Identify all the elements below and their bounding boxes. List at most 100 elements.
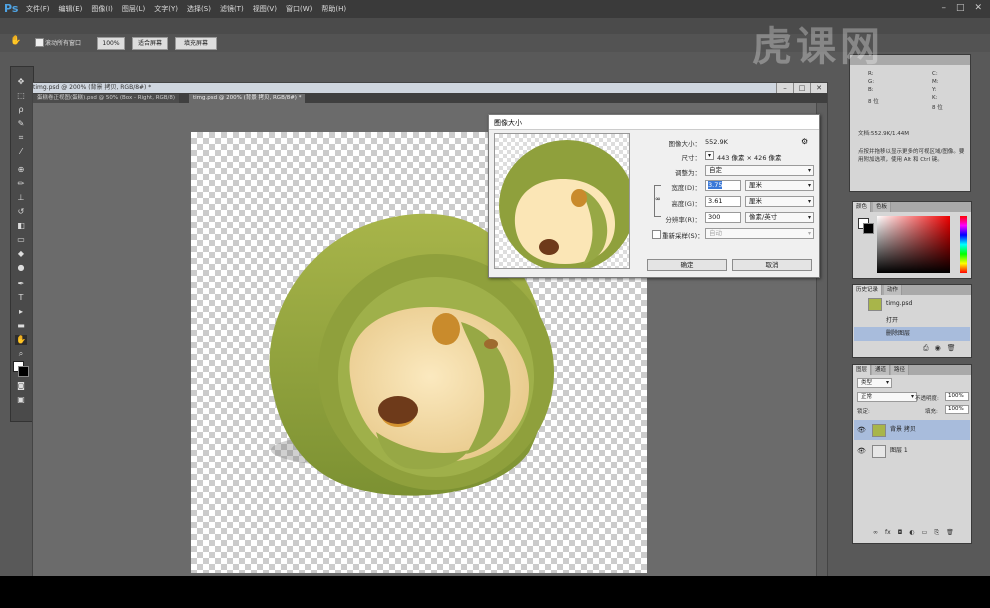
marquee-tool-icon[interactable]: ⬚ bbox=[15, 91, 27, 101]
layer-kind-filter[interactable]: 类型 bbox=[857, 378, 892, 388]
screen-mode-icon[interactable]: ▣ bbox=[15, 395, 27, 405]
doc-maximize-icon[interactable]: □ bbox=[793, 83, 810, 93]
menu-item[interactable]: 视图(V) bbox=[253, 4, 277, 14]
scroll-all-checkbox[interactable] bbox=[35, 38, 44, 47]
resample-checkbox[interactable] bbox=[652, 230, 661, 239]
ok-button[interactable]: 确定 bbox=[647, 259, 727, 271]
tab-paths[interactable]: 路径 bbox=[891, 365, 910, 375]
menu-item[interactable]: 滤镜(T) bbox=[220, 4, 244, 14]
healing-brush-icon[interactable]: ⊕ bbox=[15, 165, 27, 175]
maximize-icon[interactable]: □ bbox=[956, 3, 965, 13]
tab-actions[interactable]: 动作 bbox=[884, 285, 903, 295]
camera-icon[interactable]: ◉ bbox=[935, 344, 941, 353]
menu-item[interactable]: 文件(F) bbox=[26, 4, 50, 14]
layer-name: 图层 1 bbox=[890, 447, 908, 454]
zoom-100-button[interactable]: 100% bbox=[97, 37, 125, 50]
doc-close-icon[interactable]: ✕ bbox=[810, 83, 827, 93]
eye-icon[interactable]: 👁 bbox=[857, 441, 866, 461]
opacity-label: 不透明度: bbox=[915, 396, 939, 402]
tab-cake-roll-front[interactable]: 蛋糕卷正视图(蛋糕).psd @ 50% (Box - Right, RGB/8… bbox=[33, 94, 180, 103]
lasso-tool-icon[interactable]: ρ bbox=[15, 105, 27, 115]
hand-tool-icon[interactable]: ✋ bbox=[10, 36, 21, 46]
new-group-icon[interactable]: ▭ bbox=[922, 529, 928, 537]
menu-item[interactable]: 帮助(H) bbox=[321, 4, 346, 14]
delete-layer-icon[interactable]: 🗑 bbox=[946, 529, 954, 537]
dodge-tool-icon[interactable]: ● bbox=[15, 263, 27, 273]
color-bg-swatch[interactable] bbox=[863, 223, 874, 234]
height-unit-select[interactable]: 厘米 bbox=[745, 196, 814, 207]
eyedropper-tool-icon[interactable]: ⁄ bbox=[15, 147, 27, 157]
trash-icon[interactable]: 🗑 bbox=[947, 344, 956, 353]
add-mask-icon[interactable]: ◘ bbox=[898, 529, 903, 537]
close-icon[interactable]: ✕ bbox=[974, 3, 982, 13]
cancel-button[interactable]: 取消 bbox=[732, 259, 812, 271]
crop-tool-icon[interactable]: ⌗ bbox=[15, 133, 27, 143]
blur-tool-icon[interactable]: ◆ bbox=[15, 249, 27, 259]
move-tool-icon[interactable]: ✥ bbox=[15, 77, 27, 87]
brush-tool-icon[interactable]: ✏ bbox=[15, 179, 27, 189]
fit-screen-button[interactable]: 适合屏幕 bbox=[132, 37, 168, 50]
tab-color[interactable]: 颜色 bbox=[853, 202, 872, 212]
history-item-open[interactable]: 打开 bbox=[854, 314, 970, 328]
menu-item[interactable]: 选择(S) bbox=[187, 4, 211, 14]
snapshot-thumbnail bbox=[868, 298, 882, 311]
menu-item[interactable]: 图层(L) bbox=[122, 4, 145, 14]
tab-timg[interactable]: timg.psd @ 200% (背景 拷贝, RGB/8#) * bbox=[189, 94, 306, 103]
pen-tool-icon[interactable]: ✒ bbox=[15, 279, 27, 289]
link-layers-icon[interactable]: ∞ bbox=[873, 529, 878, 537]
type-tool-icon[interactable]: T bbox=[15, 293, 27, 303]
info-g: G: bbox=[868, 79, 875, 85]
snapshot-from-state-icon[interactable]: ⎙ bbox=[923, 344, 929, 353]
history-brush-icon[interactable]: ↺ bbox=[15, 207, 27, 217]
tab-channels[interactable]: 通道 bbox=[872, 365, 891, 375]
quick-mask-icon[interactable]: ◙ bbox=[15, 381, 27, 391]
layer-style-icon[interactable]: fx bbox=[885, 529, 891, 537]
height-input[interactable]: 3.61 bbox=[705, 196, 741, 207]
resolution-unit-select[interactable]: 像素/英寸 bbox=[745, 212, 814, 223]
width-unit-select[interactable]: 厘米 bbox=[745, 180, 814, 191]
document-titlebar: timg.psd @ 200% (背景 拷贝, RGB/8#) * – □ ✕ bbox=[33, 83, 827, 93]
doc-minimize-icon[interactable]: – bbox=[776, 83, 793, 93]
quick-select-tool-icon[interactable]: ✎ bbox=[15, 119, 27, 129]
layer-row-layer-1[interactable]: 👁 图层 1 bbox=[854, 441, 970, 461]
settings-gear-icon[interactable]: ⚙ bbox=[801, 137, 808, 146]
shape-tool-icon[interactable]: ▬ bbox=[15, 321, 27, 331]
stamp-tool-icon[interactable]: ⊥ bbox=[15, 193, 27, 203]
resample-select[interactable]: 自动 bbox=[705, 228, 814, 239]
history-snapshot[interactable]: timg.psd bbox=[854, 297, 970, 311]
minimize-icon[interactable]: – bbox=[941, 3, 946, 13]
tab-swatches[interactable]: 色板 bbox=[873, 202, 892, 212]
hue-slider[interactable] bbox=[960, 216, 967, 273]
resolution-label: 分辨率(R)： bbox=[665, 216, 701, 224]
fit-to-select[interactable]: 自定 bbox=[705, 165, 814, 176]
opacity-input[interactable]: 100% bbox=[945, 392, 969, 401]
tab-history[interactable]: 历史记录 bbox=[853, 285, 883, 295]
background-color-swatch[interactable] bbox=[18, 366, 29, 377]
dimensions-dropdown-icon[interactable]: ▾ bbox=[705, 151, 714, 160]
gradient-tool-icon[interactable]: ▭ bbox=[15, 235, 27, 245]
resolution-input[interactable]: 300 bbox=[705, 212, 741, 223]
hand-tool-icon[interactable]: ✋ bbox=[15, 335, 27, 345]
path-select-icon[interactable]: ▸ bbox=[15, 307, 27, 317]
menu-item[interactable]: 图像(I) bbox=[91, 4, 113, 14]
info-panel: R: G: B: 8 位 C: M: Y: K: 8 位 文档:552.9K/1… bbox=[849, 54, 971, 192]
eye-icon[interactable]: 👁 bbox=[857, 420, 866, 440]
history-item-delete-layer[interactable]: 删除图层 bbox=[854, 327, 970, 341]
menu-item[interactable]: 窗口(W) bbox=[286, 4, 312, 14]
new-layer-icon[interactable]: ⎘ bbox=[934, 529, 939, 537]
tab-layers[interactable]: 图层 bbox=[853, 365, 872, 375]
width-input[interactable]: 3.75 bbox=[705, 180, 741, 191]
menu-item[interactable]: 文字(Y) bbox=[154, 4, 178, 14]
menu-item[interactable]: 编辑(E) bbox=[59, 4, 83, 14]
eraser-tool-icon[interactable]: ◧ bbox=[15, 221, 27, 231]
layer-row-background-copy[interactable]: 👁 背景 拷贝 bbox=[854, 420, 970, 440]
dialog-close-icon[interactable]: ✕ bbox=[494, 118, 815, 126]
fill-screen-button[interactable]: 填充屏幕 bbox=[175, 37, 217, 50]
adjustment-layer-icon[interactable]: ◐ bbox=[909, 529, 914, 537]
fill-input[interactable]: 100% bbox=[945, 405, 969, 414]
dialog-preview[interactable] bbox=[494, 133, 630, 269]
blend-mode-select[interactable]: 正常 bbox=[857, 392, 917, 402]
info-bitdepth: 8 位 bbox=[868, 99, 879, 105]
zoom-tool-icon[interactable]: ⌕ bbox=[15, 349, 27, 359]
color-spectrum[interactable] bbox=[877, 216, 950, 273]
